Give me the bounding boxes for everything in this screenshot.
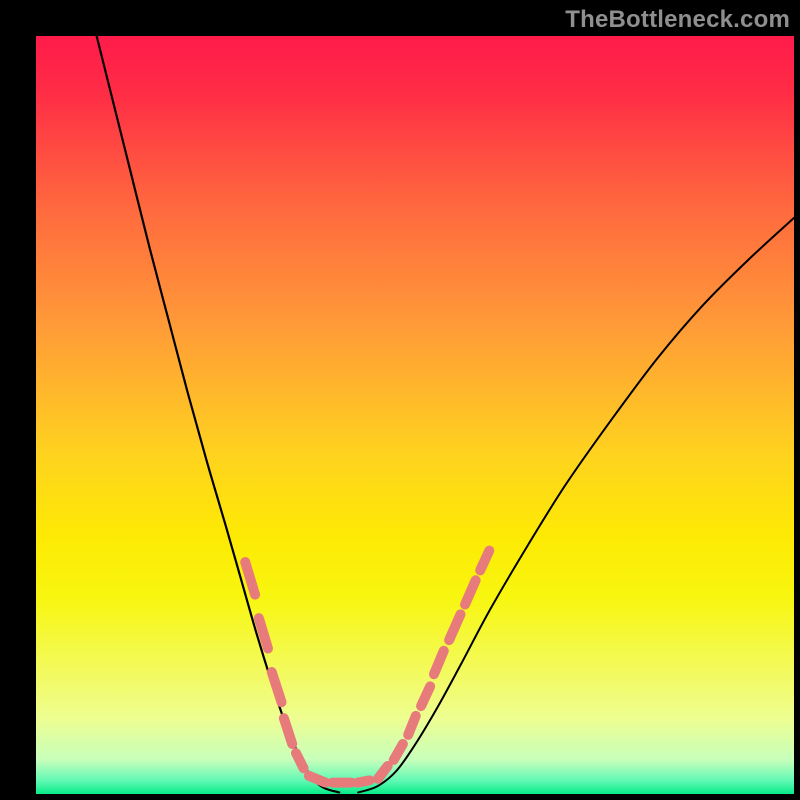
chart-svg [36,36,794,794]
watermark-text: TheBottleneck.com [565,6,790,34]
overlay-dash-10 [408,716,416,735]
overlay-dash-7 [357,780,369,782]
chart-gradient-background [36,36,794,794]
plot-area [36,36,794,794]
overlay-dash-4 [296,753,304,768]
chart-frame: TheBottleneck.com [0,0,800,800]
overlay-dash-5 [309,776,326,783]
